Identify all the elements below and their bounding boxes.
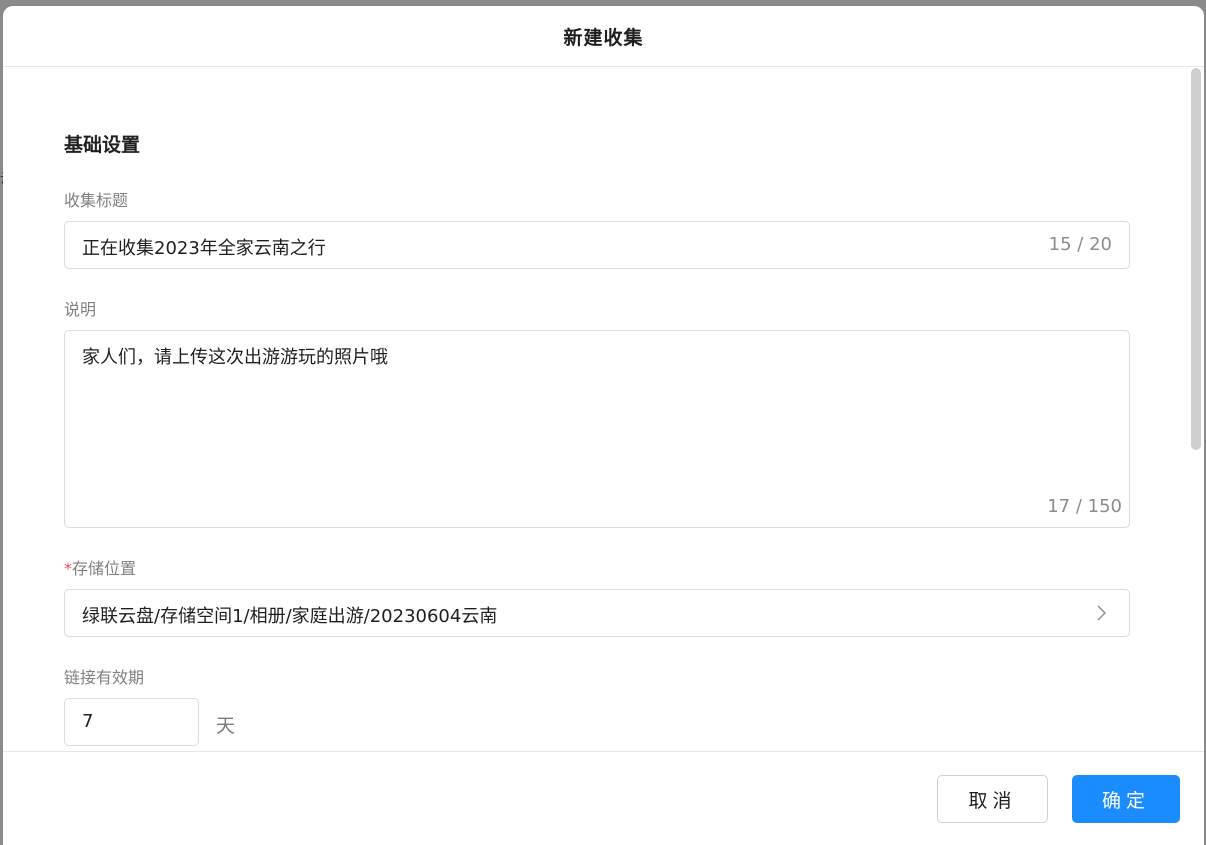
collection-title-input[interactable]: 正在收集2023年全家云南之行 15 / 20 (64, 221, 1130, 269)
storage-location-value: 绿联云盘/存储空间1/相册/家庭出游/20230604云南 (82, 606, 498, 627)
cancel-button[interactable]: 取消 (937, 775, 1048, 823)
link-expiry-unit: 天 (216, 715, 236, 737)
description-value: 家人们，请上传这次出游游玩的照片哦 (82, 347, 388, 368)
storage-location-label: *存储位置 (64, 555, 136, 579)
dialog-header: 新建收集 (3, 6, 1204, 67)
link-expiry-input[interactable]: 7 (64, 698, 199, 746)
required-mark: * (64, 559, 72, 578)
storage-location-label-text: 存储位置 (72, 559, 137, 578)
link-expiry-value: 7 (82, 711, 94, 732)
description-textarea[interactable]: 家人们，请上传这次出游游玩的照片哦 17 / 150 (64, 330, 1130, 528)
section-title-basic-settings: 基础设置 (64, 134, 141, 156)
dialog-body[interactable]: 基础设置 收集标题 正在收集2023年全家云南之行 15 / 20 说明 家人们… (3, 67, 1204, 751)
description-label: 说明 (64, 300, 97, 319)
confirm-button[interactable]: 确定 (1072, 775, 1180, 823)
storage-location-selector[interactable]: 绿联云盘/存储空间1/相册/家庭出游/20230604云南 (64, 589, 1130, 637)
collection-title-label: 收集标题 (64, 191, 129, 210)
dialog-title: 新建收集 (563, 26, 644, 49)
dialog-scrollbar[interactable] (1191, 67, 1201, 751)
new-collection-dialog: 新建收集 基础设置 收集标题 正在收集2023年全家云南之行 15 / 20 说… (3, 6, 1204, 845)
collection-title-value: 正在收集2023年全家云南之行 (82, 238, 326, 259)
chevron-right-icon (1097, 605, 1107, 621)
collection-title-counter: 15 / 20 (1048, 234, 1112, 255)
dialog-footer: 取消 确定 (3, 751, 1204, 845)
scrollbar-thumb[interactable] (1191, 68, 1201, 450)
link-expiry-label: 链接有效期 (64, 668, 145, 687)
description-counter: 17 / 150 (1047, 496, 1122, 517)
